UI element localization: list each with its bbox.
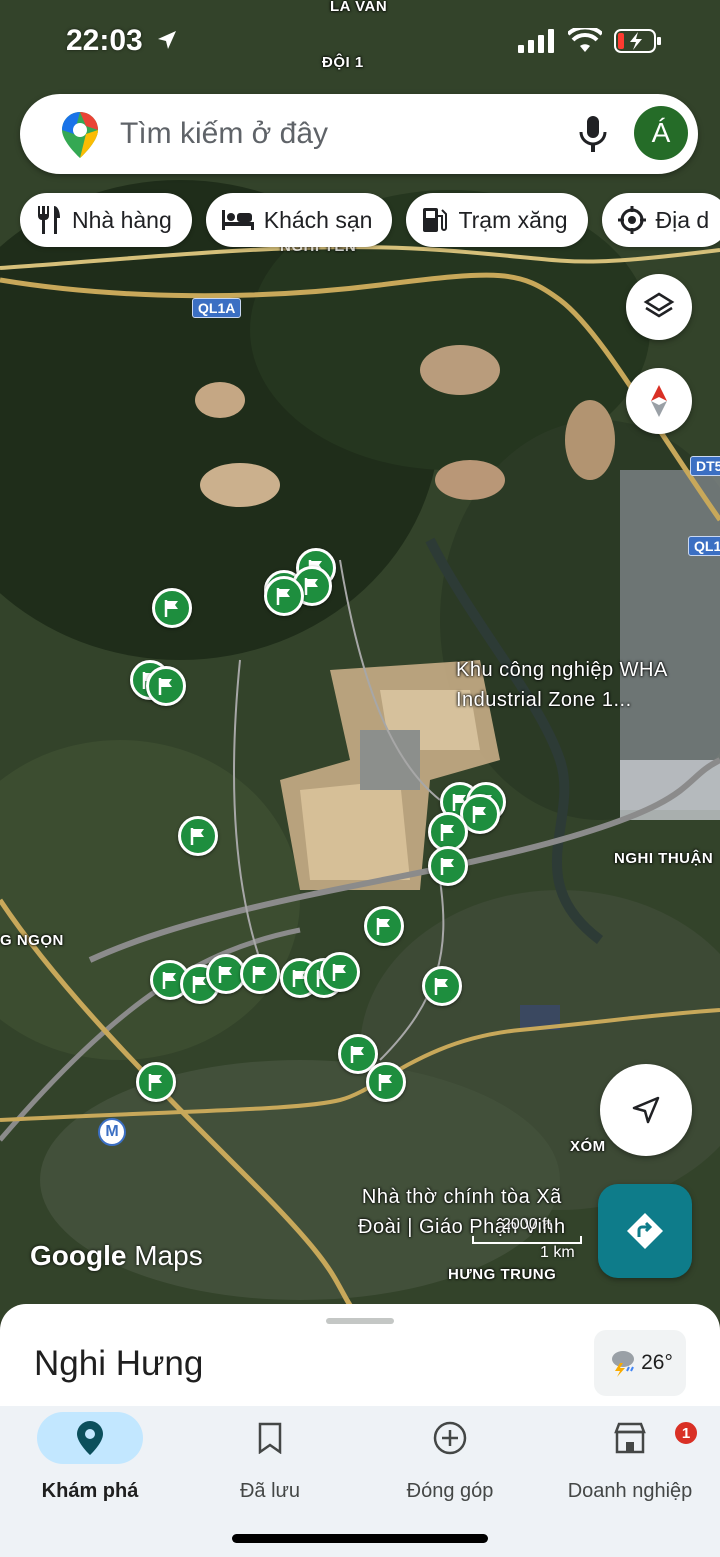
flag-icon — [190, 828, 204, 845]
cellular-signal-icon — [518, 29, 554, 53]
directions-icon — [627, 1213, 663, 1249]
flag-icon — [164, 600, 178, 617]
map-label-ngon: G NGỌN — [0, 932, 64, 949]
nav-saved[interactable]: Đã lưu — [180, 1412, 360, 1503]
sheet-grabber[interactable] — [326, 1318, 394, 1324]
poi-marker[interactable] — [264, 576, 304, 616]
poi-marker[interactable] — [428, 846, 468, 886]
nav-explore[interactable]: Khám phá — [0, 1412, 180, 1503]
map-label-industrial-zone[interactable]: Khu công nghiệp WHA Industrial Zone 1... — [456, 655, 668, 715]
thunderstorm-icon — [612, 1351, 635, 1377]
flag-icon — [158, 678, 172, 695]
layers-icon — [643, 292, 675, 318]
status-icons — [518, 28, 662, 54]
weather-chip[interactable]: 26° — [594, 1330, 686, 1396]
flag-icon — [276, 588, 290, 605]
bottom-sheet[interactable]: Nghi Hưng 26° — [0, 1304, 720, 1414]
poi-marker[interactable] — [364, 906, 404, 946]
map-scale: 2000 ft 1 km — [472, 1216, 582, 1262]
road-shield-ql1a: QL1A — [192, 298, 242, 318]
map-label-hung-trung: HƯNG TRUNG — [448, 1266, 557, 1283]
chip-restaurants[interactable]: Nhà hàng — [20, 193, 192, 247]
flag-icon — [378, 1074, 392, 1091]
notification-badge: 1 — [673, 1420, 699, 1446]
compass-button[interactable] — [626, 368, 692, 434]
bed-icon — [221, 210, 254, 230]
category-chips: Nhà hàng Khách sạn Trạm xăng Địa d — [20, 193, 720, 247]
attractions-icon — [617, 206, 646, 234]
flag-icon — [434, 978, 448, 995]
road-shield-dt5: DT5 — [690, 456, 720, 476]
flag-icon — [148, 1074, 162, 1091]
nav-business[interactable]: 1 Doanh nghiệp — [540, 1412, 720, 1503]
place-title: Nghi Hưng — [34, 1344, 204, 1383]
flag-icon — [218, 966, 232, 983]
flag-icon — [252, 966, 266, 983]
flag-icon — [440, 824, 454, 841]
flag-icon — [376, 918, 390, 935]
microphone-icon[interactable] — [576, 114, 610, 154]
poi-marker[interactable] — [320, 952, 360, 992]
map-label-xom: XÓM — [570, 1138, 606, 1155]
google-maps-pin-icon — [62, 112, 98, 158]
map-label-la-van: LA VAN — [330, 0, 388, 15]
status-time: 22:03 — [66, 24, 179, 58]
bookmark-icon — [258, 1422, 282, 1454]
home-indicator — [232, 1534, 488, 1543]
navigation-arrow-icon — [632, 1096, 660, 1124]
poi-marker[interactable] — [422, 966, 462, 1006]
location-arrow-icon — [158, 31, 177, 49]
directions-button[interactable] — [598, 1184, 692, 1278]
layers-button[interactable] — [626, 274, 692, 340]
gas-station-icon — [423, 208, 448, 232]
road-shield-ql1: QL1 — [688, 536, 720, 556]
store-icon — [614, 1422, 646, 1454]
search-input[interactable]: Tìm kiếm ở đây — [120, 117, 328, 151]
map-label-doi-1: ĐỘI 1 — [322, 54, 364, 71]
poi-marker[interactable] — [178, 816, 218, 856]
battery-low-charging-icon — [614, 29, 661, 53]
chip-gas-stations[interactable]: Trạm xăng — [406, 193, 588, 247]
flag-icon — [472, 806, 486, 823]
scale-ft: 2000 ft — [502, 1216, 551, 1233]
scale-km: 1 km — [540, 1244, 575, 1261]
flag-icon — [350, 1046, 364, 1063]
location-pin-icon — [77, 1421, 103, 1455]
poi-marker[interactable] — [136, 1062, 176, 1102]
flag-icon — [304, 578, 318, 595]
poi-marker[interactable] — [146, 666, 186, 706]
add-circle-icon — [433, 1421, 467, 1455]
account-avatar[interactable]: Á — [634, 106, 688, 160]
poi-marker[interactable] — [366, 1062, 406, 1102]
map-label-nghi-thuan: NGHI THUẬN — [614, 850, 714, 867]
chip-attractions[interactable]: Địa d — [601, 193, 720, 247]
metro-station-icon[interactable]: M — [98, 1118, 126, 1146]
my-location-button[interactable] — [600, 1064, 692, 1156]
flag-icon — [162, 972, 176, 989]
flag-icon — [332, 964, 346, 981]
wifi-icon — [568, 28, 602, 52]
poi-marker[interactable] — [240, 954, 280, 994]
poi-marker[interactable] — [152, 588, 192, 628]
google-maps-logo: Google Maps — [30, 1240, 203, 1271]
chip-hotels[interactable]: Khách sạn — [205, 193, 393, 247]
nav-contribute[interactable]: Đóng góp — [360, 1412, 540, 1503]
search-bar[interactable]: Tìm kiếm ở đây Á — [20, 94, 698, 174]
compass-icon — [651, 385, 667, 417]
flag-icon — [440, 858, 454, 875]
fork-knife-icon — [38, 206, 60, 234]
